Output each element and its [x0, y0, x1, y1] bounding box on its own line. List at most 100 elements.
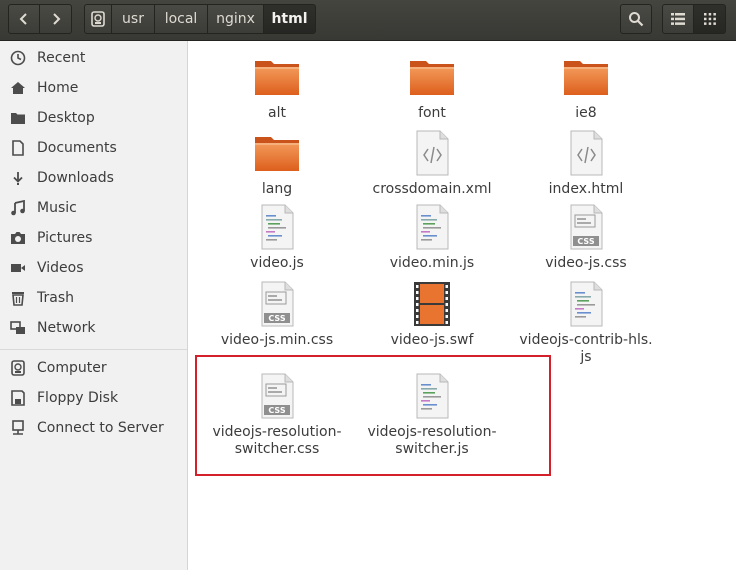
folder-icon — [408, 53, 456, 101]
folder-icon — [562, 53, 610, 101]
sidebar-separator — [0, 349, 187, 350]
svg-text:CSS: CSS — [577, 237, 594, 246]
file-name: font — [418, 105, 446, 121]
download-icon — [10, 170, 26, 186]
clock-icon — [10, 50, 26, 66]
breadcrumb-usr[interactable]: usr — [111, 4, 155, 34]
file-item[interactable]: videojs-resolution- switcher.js — [357, 372, 507, 458]
file-name: alt — [268, 105, 286, 121]
file-item[interactable]: lang — [202, 129, 352, 198]
grid-view-button[interactable] — [694, 4, 726, 34]
forward-button[interactable] — [40, 4, 72, 34]
svg-text:CSS: CSS — [268, 314, 285, 323]
file-name: index.html — [548, 181, 624, 197]
file-item[interactable]: alt — [202, 53, 352, 122]
search-icon — [629, 12, 644, 27]
computer-icon — [10, 360, 26, 376]
chevron-right-icon — [52, 13, 60, 25]
sidebar-item-label: Floppy Disk — [37, 390, 119, 406]
swf-video-file-icon — [414, 282, 450, 326]
file-item[interactable]: videojs-contrib-hls. js — [511, 280, 661, 366]
sidebar-item-connect-to-server[interactable]: Connect to Server — [0, 413, 187, 443]
folder-icon — [10, 110, 26, 126]
html-file-icon — [562, 129, 610, 177]
sidebar-item-label: Desktop — [37, 110, 95, 126]
file-name: videojs-resolution- switcher.css — [212, 424, 342, 457]
svg-text:CSS: CSS — [268, 406, 285, 415]
sidebar: Recent Home Desktop Documents Downloads … — [0, 41, 188, 570]
sidebar-item-label: Recent — [37, 50, 86, 66]
js-file-icon — [562, 280, 610, 328]
file-item[interactable]: video-js.swf — [357, 280, 507, 349]
sidebar-item-label: Network — [37, 320, 96, 336]
sidebar-item-recent[interactable]: Recent — [0, 43, 187, 73]
sidebar-item-music[interactable]: Music — [0, 193, 187, 223]
file-name: video-js.swf — [390, 332, 474, 348]
breadcrumb-nginx[interactable]: nginx — [207, 4, 264, 34]
sidebar-item-pictures[interactable]: Pictures — [0, 223, 187, 253]
sidebar-item-videos[interactable]: Videos — [0, 253, 187, 283]
chevron-left-icon — [19, 13, 27, 25]
file-item[interactable]: video.min.js — [357, 203, 507, 272]
floppy-icon — [10, 390, 26, 406]
server-icon — [10, 420, 26, 436]
list-view-button[interactable] — [662, 4, 694, 34]
music-icon — [10, 200, 26, 216]
sidebar-item-label: Home — [37, 80, 79, 96]
css-file-icon: CSS — [562, 203, 610, 251]
home-icon — [10, 80, 26, 96]
file-name: crossdomain.xml — [372, 181, 492, 197]
trash-icon — [10, 290, 26, 306]
sidebar-item-documents[interactable]: Documents — [0, 133, 187, 163]
sidebar-item-label: Pictures — [37, 230, 93, 246]
file-view: alt font ie8 lang crossdomain.xml index.… — [188, 41, 736, 570]
breadcrumb-html[interactable]: html — [263, 4, 316, 34]
folder-icon — [253, 129, 301, 177]
camera-icon — [10, 230, 26, 246]
file-name: lang — [261, 181, 293, 197]
sidebar-item-home[interactable]: Home — [0, 73, 187, 103]
file-item[interactable]: ie8 — [511, 53, 661, 122]
sidebar-item-network[interactable]: Network — [0, 313, 187, 343]
drive-icon — [91, 11, 105, 27]
sidebar-item-downloads[interactable]: Downloads — [0, 163, 187, 193]
file-item[interactable]: CSS video-js.min.css — [202, 280, 352, 349]
document-icon — [10, 140, 26, 156]
file-name: video.min.js — [389, 255, 475, 271]
css-file-icon: CSS — [253, 372, 301, 420]
file-item[interactable]: index.html — [511, 129, 661, 198]
breadcrumb-root[interactable] — [84, 4, 112, 34]
file-item[interactable]: font — [357, 53, 507, 122]
sidebar-item-label: Trash — [37, 290, 74, 306]
sidebar-item-desktop[interactable]: Desktop — [0, 103, 187, 133]
js-file-icon — [408, 203, 456, 251]
search-button[interactable] — [620, 4, 652, 34]
file-item[interactable]: CSS video-js.css — [511, 203, 661, 272]
back-button[interactable] — [8, 4, 40, 34]
file-item[interactable]: CSS videojs-resolution- switcher.css — [202, 372, 352, 458]
file-name: videojs-contrib-hls. js — [519, 332, 653, 365]
grid-icon — [703, 13, 716, 25]
file-item[interactable]: video.js — [202, 203, 352, 272]
video-icon — [10, 260, 26, 276]
file-name: videojs-resolution- switcher.js — [367, 424, 497, 457]
file-name: ie8 — [575, 105, 597, 121]
xml-file-icon — [408, 129, 456, 177]
network-icon — [10, 320, 26, 336]
js-file-icon — [408, 372, 456, 420]
file-item[interactable]: crossdomain.xml — [357, 129, 507, 198]
header-bar: usr local nginx html — [0, 0, 736, 41]
file-name: video-js.css — [545, 255, 627, 271]
js-file-icon — [253, 203, 301, 251]
file-name: video.js — [250, 255, 304, 271]
list-icon — [671, 13, 685, 25]
sidebar-item-computer[interactable]: Computer — [0, 353, 187, 383]
file-name: video-js.min.css — [220, 332, 334, 348]
sidebar-item-trash[interactable]: Trash — [0, 283, 187, 313]
sidebar-item-label: Downloads — [37, 170, 114, 186]
breadcrumb-local[interactable]: local — [154, 4, 208, 34]
sidebar-item-label: Videos — [37, 260, 84, 276]
sidebar-item-label: Connect to Server — [37, 420, 164, 436]
sidebar-item-label: Computer — [37, 360, 107, 376]
sidebar-item-floppy-disk[interactable]: Floppy Disk — [0, 383, 187, 413]
